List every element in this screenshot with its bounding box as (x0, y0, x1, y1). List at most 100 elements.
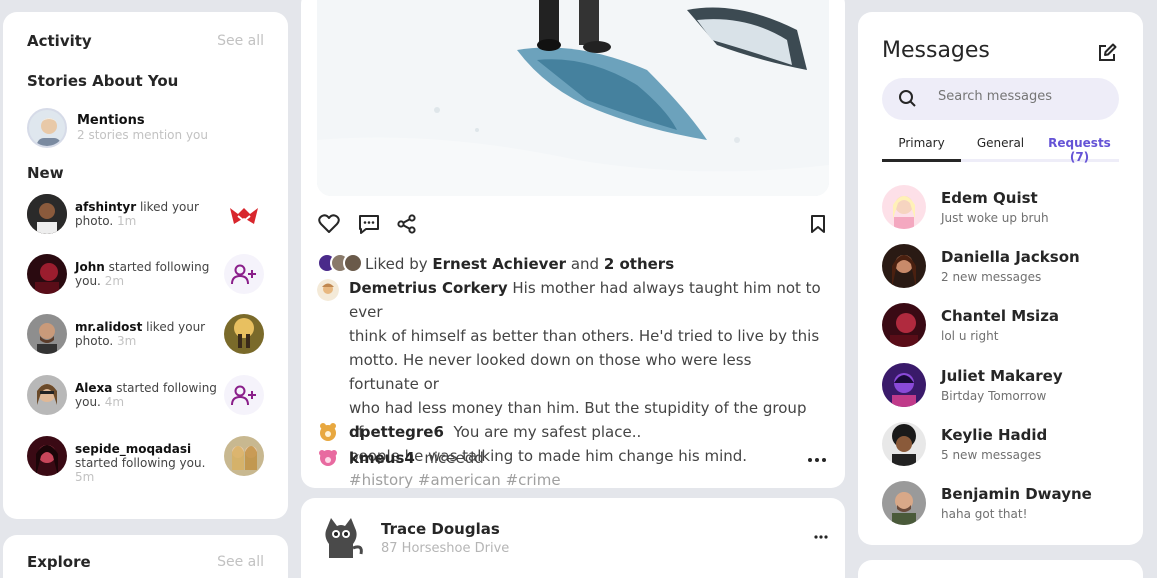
contact-avatar (882, 422, 926, 466)
follow-back-button[interactable] (224, 375, 264, 415)
caption-line: motto. He never looked down on those who… (349, 351, 752, 393)
activity-time: 1m (117, 214, 137, 228)
author-avatar[interactable] (317, 279, 339, 301)
compose-message-icon[interactable] (1096, 42, 1118, 64)
author-avatar[interactable] (317, 514, 365, 562)
activity-item[interactable]: John started following you. 2m (27, 252, 264, 296)
feed-post: Trace Douglas 87 Horseshoe Drive (301, 498, 845, 578)
comment-text: You are my safest place.. (453, 423, 642, 441)
comment-row: kmeus4 niceedd (349, 446, 821, 470)
new-section-title: New (27, 164, 64, 182)
commenter-avatar[interactable] (317, 447, 339, 469)
contact-avatar (882, 363, 926, 407)
activity-title: Activity (27, 32, 92, 50)
contact-avatar (882, 244, 926, 288)
user-avatar (27, 375, 67, 415)
tab-primary[interactable]: Primary (882, 136, 961, 162)
contact-name: Keylie Hadid (941, 426, 1048, 444)
add-user-icon (231, 264, 256, 285)
liked-by-avatars (317, 253, 367, 273)
liked-by-prefix: Liked by (365, 255, 433, 273)
explore-title: Explore (27, 553, 91, 571)
activity-header: Activity See all (27, 32, 264, 50)
post-author[interactable]: Demetrius Corkery (349, 279, 508, 297)
explore-see-all-link[interactable]: See all (217, 554, 264, 570)
post-hashtags[interactable]: #history #american #crime (349, 471, 561, 488)
message-item[interactable]: Daniella Jackson 2 new messages (882, 244, 1119, 288)
like-heart-icon[interactable] (317, 212, 341, 236)
contact-name: Edem Quist (941, 189, 1038, 207)
activity-see-all-link[interactable]: See all (217, 33, 264, 49)
message-preview: haha got that! (941, 507, 1028, 521)
comment-text: niceedd (424, 449, 484, 467)
comment-username[interactable]: kmeus4 (349, 449, 415, 467)
message-preview: lol u right (941, 329, 999, 343)
activity-item[interactable]: afshintyr liked your photo. 1m (27, 192, 264, 236)
feed-post: Liked by Ernest Achiever and 2 others De… (301, 0, 845, 488)
comment-icon[interactable] (357, 212, 381, 236)
more-options-icon[interactable] (809, 532, 833, 542)
share-icon[interactable] (395, 212, 419, 236)
explore-panel: Explore See all (3, 535, 288, 578)
activity-username[interactable]: Alexa (75, 381, 112, 395)
message-item[interactable]: Edem Quist Just woke up bruh (882, 185, 1119, 229)
activity-action: started following you. (75, 456, 206, 470)
liked-by-text: Liked by Ernest Achiever and 2 others (365, 252, 821, 276)
contact-name: Juliet Makarey (941, 367, 1063, 385)
activity-time: 4m (104, 395, 125, 409)
messages-title: Messages (882, 38, 990, 63)
comment-username[interactable]: dpettegre6 (349, 423, 444, 441)
activity-panel: Activity See all Stories About You Menti… (3, 12, 288, 519)
contact-name: Daniella Jackson (941, 248, 1080, 266)
activity-username[interactable]: mr.alidost (75, 320, 142, 334)
contact-avatar (882, 481, 926, 525)
message-item[interactable]: Chantel Msiza lol u right (882, 303, 1119, 347)
liked-by-user[interactable]: Ernest Achiever (432, 255, 566, 273)
explore-header: Explore See all (27, 553, 264, 571)
search-input[interactable] (938, 89, 1108, 104)
post-location[interactable]: 87 Horseshoe Drive (381, 541, 509, 556)
search-box[interactable] (882, 78, 1119, 120)
activity-username[interactable]: afshintyr (75, 200, 136, 214)
liked-photo-thumbnail[interactable] (224, 194, 264, 234)
activity-item[interactable]: Alexa started following you. 4m (27, 373, 264, 417)
mentions-row[interactable]: Mentions 2 stories mention you (27, 106, 264, 150)
search-icon (899, 90, 916, 107)
add-user-icon (231, 385, 256, 406)
user-avatar (27, 194, 67, 234)
more-options-icon[interactable] (805, 453, 829, 467)
next-panel (858, 560, 1143, 578)
friends-photo-thumbnail[interactable] (224, 436, 264, 476)
contact-name: Benjamin Dwayne (941, 485, 1092, 503)
activity-item[interactable]: sepide_moqadasi started following you. 5m (27, 434, 264, 484)
contact-avatar (882, 303, 926, 347)
tab-requests[interactable]: Requests (7) (1040, 136, 1119, 164)
messages-panel: Messages Primary General Requests (7) Ed… (858, 12, 1143, 545)
mentions-label: Mentions (77, 113, 145, 128)
message-item[interactable]: Juliet Makarey Birtday Tomorrow (882, 363, 1119, 407)
liked-photo-thumbnail[interactable] (224, 314, 264, 354)
activity-time: 5m (75, 470, 95, 484)
follow-back-button[interactable] (224, 254, 264, 294)
bookmark-icon[interactable] (806, 212, 830, 236)
message-item[interactable]: Benjamin Dwayne haha got that! (882, 481, 1119, 525)
message-preview: Just woke up bruh (941, 211, 1049, 225)
activity-username[interactable]: sepide_moqadasi (75, 442, 191, 456)
post-image[interactable] (317, 0, 829, 196)
user-avatar (27, 314, 67, 354)
activity-username[interactable]: John (75, 260, 105, 274)
user-avatar (27, 254, 67, 294)
user-avatar (27, 436, 67, 476)
caption-line: think of himself as better than others. … (349, 327, 820, 345)
post-author[interactable]: Trace Douglas (381, 520, 500, 538)
mentions-subtitle: 2 stories mention you (77, 128, 208, 142)
contact-avatar (882, 185, 926, 229)
tab-general[interactable]: General (961, 136, 1040, 162)
liked-by-others[interactable]: 2 others (604, 255, 674, 273)
message-item[interactable]: Keylie Hadid 5 new messages (882, 422, 1119, 466)
message-preview: 2 new messages (941, 270, 1042, 284)
activity-item[interactable]: mr.alidost liked your photo. 3m (27, 312, 264, 356)
liked-by-and: and (566, 255, 604, 273)
activity-time: 3m (117, 334, 137, 348)
commenter-avatar[interactable] (317, 421, 339, 443)
